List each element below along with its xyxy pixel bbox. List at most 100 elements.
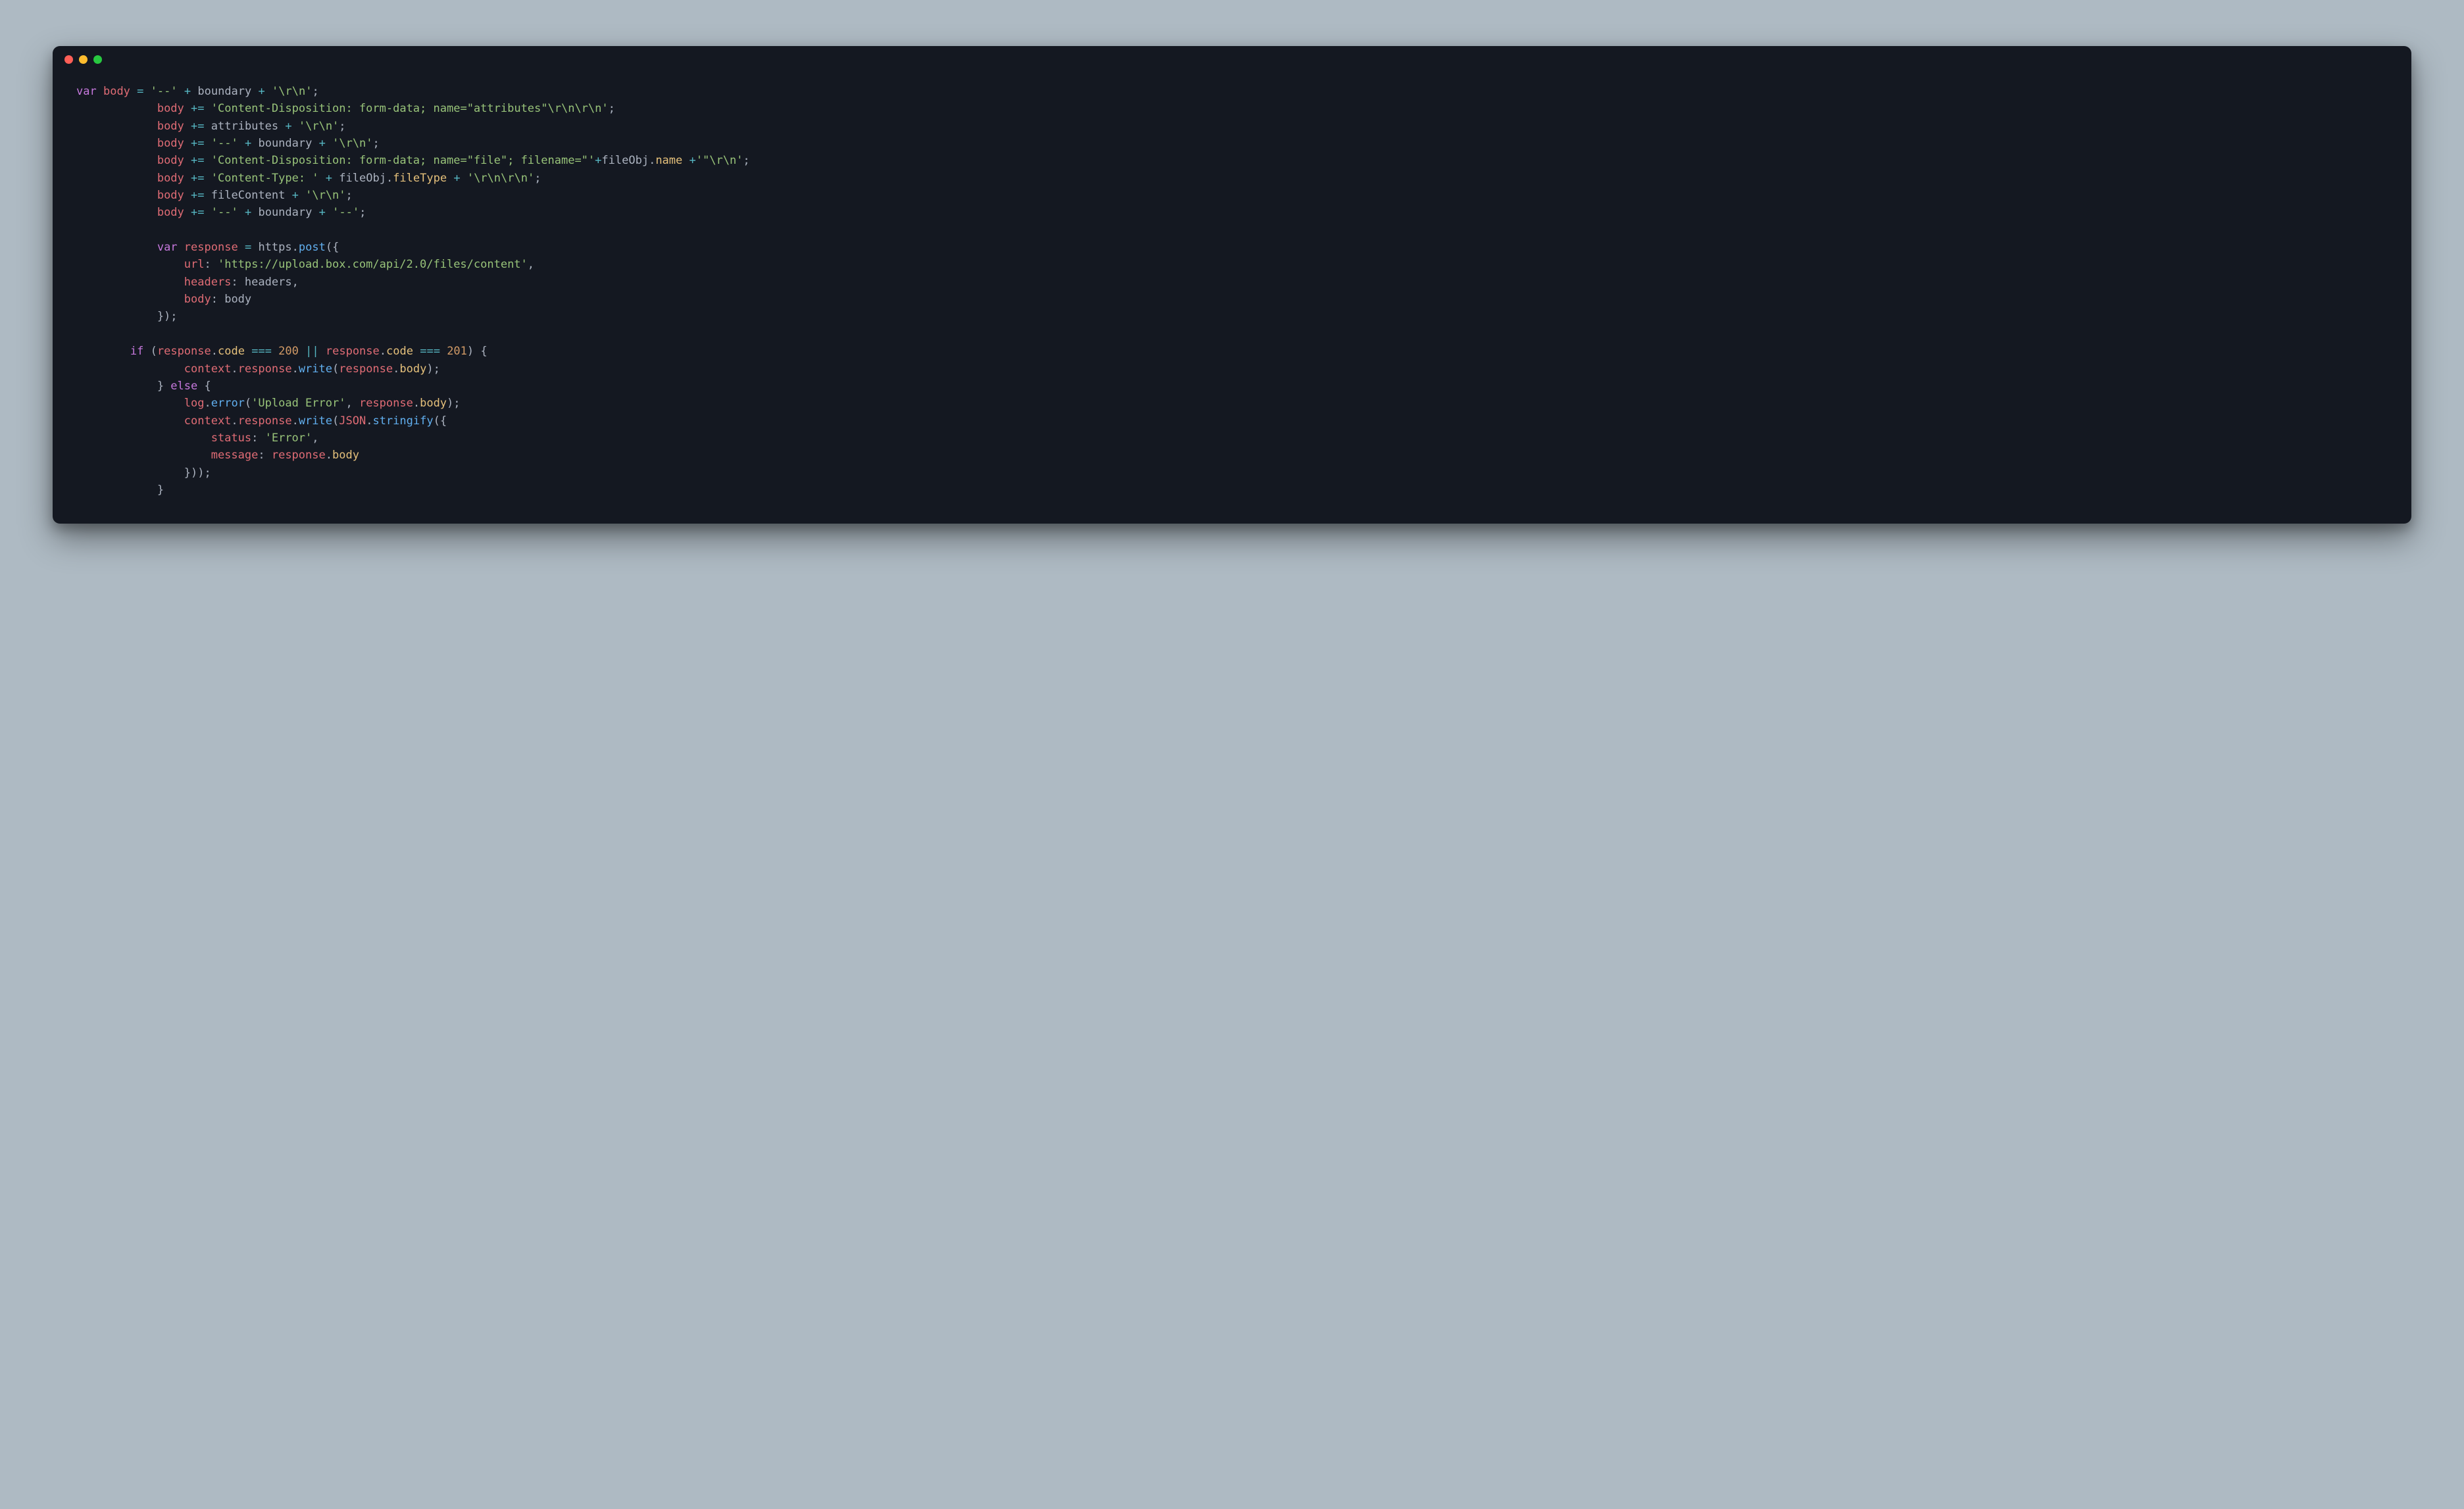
code-token: '--'	[332, 206, 359, 219]
code-token: :	[258, 449, 271, 462]
code-line: }	[76, 482, 2388, 499]
code-token	[440, 345, 447, 358]
code-token: {	[197, 380, 211, 393]
code-token: response	[238, 414, 292, 428]
code-token: '--'	[151, 85, 178, 98]
traffic-light-zoom-icon[interactable]	[93, 55, 102, 64]
code-token	[178, 241, 184, 254]
code-token: https	[258, 241, 291, 254]
code-line: } else {	[76, 378, 2388, 395]
code-token: '\r\n\r\n'	[467, 172, 534, 185]
code-token	[319, 172, 326, 185]
code-token: ;	[359, 206, 366, 219]
code-token: .	[393, 362, 399, 376]
code-line: status: 'Error',	[76, 430, 2388, 447]
code-token	[265, 85, 272, 98]
code-token: ;	[609, 102, 615, 115]
code-token	[205, 172, 211, 185]
code-token: .	[292, 414, 299, 428]
code-token: 'Error'	[265, 432, 313, 445]
code-token: else	[170, 380, 197, 393]
code-line: body += attributes + '\r\n';	[76, 118, 2388, 135]
code-token	[413, 345, 420, 358]
code-token: name	[655, 154, 682, 167]
code-token	[312, 206, 318, 219]
code-token: '\r\n'	[332, 137, 372, 150]
code-line: message: response.body	[76, 447, 2388, 464]
code-token: +	[245, 137, 251, 150]
code-token: response	[339, 362, 393, 376]
code-token: +=	[191, 137, 204, 150]
code-token	[76, 276, 184, 289]
code-token	[178, 85, 184, 98]
code-line: body: body	[76, 291, 2388, 308]
code-token	[191, 85, 197, 98]
code-token	[272, 345, 278, 358]
code-token: 201	[447, 345, 467, 358]
traffic-light-minimize-icon[interactable]	[79, 55, 88, 64]
code-token: +=	[191, 172, 204, 185]
code-token: +	[285, 120, 291, 133]
code-token	[76, 258, 184, 271]
code-token: +	[453, 172, 460, 185]
code-token	[251, 137, 258, 150]
code-token: :	[251, 432, 264, 445]
code-token	[76, 241, 157, 254]
code-token: status	[211, 432, 251, 445]
code-token: ;	[312, 85, 318, 98]
code-token: 'https://upload.box.com/api/2.0/files/co…	[218, 258, 528, 271]
code-token	[332, 172, 339, 185]
code-token: ;	[373, 137, 380, 150]
code-token: ({	[434, 414, 447, 428]
code-token	[292, 120, 299, 133]
code-token: +=	[191, 189, 204, 202]
code-token: response	[238, 362, 292, 376]
code-token	[184, 154, 191, 167]
code-token	[326, 137, 332, 150]
code-token: response	[184, 241, 238, 254]
code-token: .	[231, 414, 238, 428]
code-token: write	[299, 414, 332, 428]
code-token	[238, 206, 245, 219]
code-line	[76, 326, 2388, 343]
code-editor-content[interactable]: var body = '--' + boundary + '\r\n'; bod…	[53, 72, 2411, 524]
code-token: .	[326, 449, 332, 462]
code-token: .	[292, 362, 299, 376]
code-token: }));	[76, 466, 211, 480]
code-line: context.response.write(JSON.stringify({	[76, 412, 2388, 430]
code-token: ||	[305, 345, 318, 358]
code-token: fileObj	[601, 154, 649, 167]
code-line: body += 'Content-Type: ' + fileObj.fileT…	[76, 170, 2388, 187]
code-token: +=	[191, 102, 204, 115]
code-token: fileType	[393, 172, 447, 185]
code-token: code	[386, 345, 413, 358]
code-token	[251, 206, 258, 219]
code-token: code	[218, 345, 245, 358]
code-token	[184, 102, 191, 115]
code-token: =	[137, 85, 143, 98]
code-token	[76, 449, 211, 462]
code-token	[461, 172, 467, 185]
code-token: ===	[420, 345, 440, 358]
code-token: ,	[345, 397, 359, 410]
code-token: :	[204, 258, 217, 271]
code-token: ,	[292, 276, 299, 289]
code-token: 'Content-Disposition: form-data; name="f…	[211, 154, 595, 167]
code-token: ===	[251, 345, 272, 358]
code-token	[76, 189, 157, 202]
code-token: ) {	[467, 345, 488, 358]
code-token: =	[245, 241, 251, 254]
code-token	[299, 189, 305, 202]
code-token: +=	[191, 154, 204, 167]
code-token: attributes	[211, 120, 278, 133]
code-token: boundary	[258, 206, 312, 219]
code-token: });	[76, 310, 178, 323]
code-token: (	[143, 345, 157, 358]
code-token	[76, 154, 157, 167]
code-token	[278, 120, 285, 133]
code-token	[76, 120, 157, 133]
code-token: (	[332, 362, 339, 376]
code-line: context.response.write(response.body);	[76, 360, 2388, 378]
traffic-light-close-icon[interactable]	[64, 55, 73, 64]
code-token: fileContent	[211, 189, 286, 202]
